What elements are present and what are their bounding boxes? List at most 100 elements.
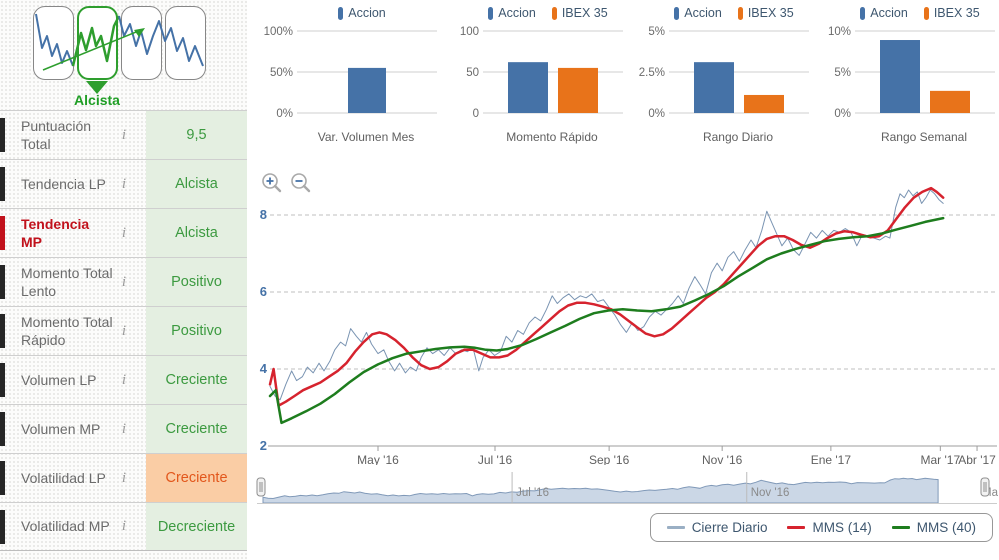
svg-text:Sep '16: Sep '16 — [589, 453, 630, 465]
indicator-row: Volumen MPi Creciente — [0, 404, 247, 453]
bar-accion — [348, 68, 386, 113]
indicator-row: Momento Total LentoiPositivo — [0, 257, 247, 306]
series-mms40 — [270, 218, 943, 423]
mini-chart-rango_semanal: AccionIBEX 3510%5%0%Rango Semanal — [813, 2, 999, 144]
bar-ibex-35 — [558, 68, 598, 113]
chart-zoom-controls — [261, 172, 312, 194]
info-icon[interactable]: i — [113, 518, 135, 535]
indicator-value: Positivo — [146, 307, 247, 355]
bar-accion — [880, 40, 920, 113]
legend-label: IBEX 35 — [562, 6, 608, 20]
legend-item-cierrediario[interactable]: Cierre Diario — [667, 520, 768, 535]
trend-card-1[interactable] — [33, 6, 74, 80]
info-icon[interactable]: i — [113, 372, 135, 389]
legend-item[interactable]: Accion — [338, 6, 386, 20]
trend-state-selector[interactable]: Alcista — [0, 0, 247, 110]
mini-chart-title: Rango Diario — [669, 130, 807, 144]
navigator-right-handle[interactable] — [981, 478, 989, 496]
svg-text:4: 4 — [260, 361, 268, 376]
legend-item-mms40[interactable]: MMS (40) — [892, 520, 976, 535]
indicator-label: Tendencia LP — [21, 175, 113, 193]
indicator-label: Volatilidad MP — [21, 517, 113, 535]
indicator-row: Volatilidad LPiCreciente — [0, 453, 247, 502]
svg-text:2.5%: 2.5% — [639, 67, 665, 79]
zoom-in-button[interactable] — [261, 172, 283, 194]
svg-text:Jul '16: Jul '16 — [478, 453, 513, 465]
svg-text:10%: 10% — [828, 26, 851, 38]
indicator-row: Tendencia MPiAlcista — [0, 208, 247, 257]
indicator-row: Tendencia LPi Alcista — [0, 159, 247, 208]
indicator-label: Volumen MP — [21, 420, 113, 438]
stock-analysis-dashboard: Alcista Puntuación Totali9,5Tendencia LP… — [0, 0, 999, 560]
bar-chart-svg: 100% 50% 0% — [255, 24, 441, 124]
indicator-label: Puntuación Total — [21, 117, 113, 153]
trend-state-label: Alcista — [37, 92, 157, 108]
trend-card-3[interactable] — [121, 6, 162, 80]
svg-text:100%: 100% — [264, 26, 293, 38]
legend-label: Cierre Diario — [692, 520, 768, 535]
bar-chart-svg: 10%5%0% — [813, 24, 999, 124]
legend-item[interactable]: IBEX 35 — [552, 6, 608, 20]
zoom-out-button[interactable] — [290, 172, 312, 194]
mini-chart-rango_diario: Accion IBEX 35 5% 2.5% 0% Rango Diario — [627, 2, 813, 144]
bar-ibex-35 — [744, 95, 784, 113]
info-icon[interactable]: i — [113, 470, 135, 487]
row-accent-bar — [0, 363, 5, 397]
info-icon[interactable]: i — [113, 127, 135, 144]
ibex-swatch-icon — [924, 7, 929, 20]
svg-text:0: 0 — [473, 108, 479, 120]
svg-text:0%: 0% — [834, 108, 851, 120]
row-accent-bar — [0, 216, 5, 250]
legend-item[interactable]: Accion — [674, 6, 722, 20]
svg-text:Mar '17: Mar '17 — [920, 453, 960, 465]
mini-chart-legend: Accion — [255, 2, 441, 24]
svg-text:6: 6 — [260, 284, 267, 299]
charts-panel: Accion 100% 50% 0% Var. Volumen Mes Accion IBE… — [247, 0, 999, 560]
bar-ibex-35 — [930, 91, 970, 113]
indicator-value: Creciente — [146, 405, 247, 453]
legend-item[interactable]: IBEX 35 — [924, 6, 980, 20]
legend-swatch-icon — [892, 526, 910, 529]
trend-card-2[interactable] — [77, 6, 118, 80]
svg-text:5%: 5% — [648, 26, 665, 38]
svg-text:100: 100 — [460, 26, 479, 38]
bar-chart-svg: 5% 2.5% 0% — [627, 24, 813, 124]
indicator-value: Alcista — [146, 209, 247, 257]
range-navigator[interactable]: Jul '16Nov '16Ma — [255, 470, 999, 510]
row-accent-bar — [0, 510, 5, 544]
indicator-value: Creciente — [146, 454, 247, 502]
indicator-value: Alcista — [146, 160, 247, 208]
info-icon[interactable]: i — [113, 421, 135, 438]
info-icon[interactable]: i — [113, 225, 135, 242]
mini-chart-legend: Accion IBEX 35 — [441, 2, 627, 24]
legend-item[interactable]: Accion — [488, 6, 536, 20]
legend-label: Accion — [684, 6, 722, 20]
svg-text:0%: 0% — [276, 108, 293, 120]
legend-swatch-icon — [667, 526, 685, 529]
bar-accion — [694, 62, 734, 113]
svg-text:Ene '17: Ene '17 — [811, 453, 852, 465]
indicator-row: Volumen LPiCreciente — [0, 355, 247, 404]
mini-chart-legend: Accion IBEX 35 — [627, 2, 813, 24]
trend-cards — [33, 6, 211, 82]
info-icon[interactable]: i — [113, 323, 135, 340]
legend-item[interactable]: IBEX 35 — [738, 6, 794, 20]
legend-label: IBEX 35 — [748, 6, 794, 20]
mini-chart-title: Var. Volumen Mes — [297, 130, 435, 144]
ibex-swatch-icon — [552, 7, 557, 20]
svg-text:0%: 0% — [648, 108, 665, 120]
navigator-left-handle[interactable] — [257, 478, 265, 496]
svg-text:8: 8 — [260, 207, 267, 222]
row-accent-bar — [0, 412, 5, 446]
info-icon[interactable]: i — [113, 274, 135, 291]
mini-chart-var_volumen_mes: Accion 100% 50% 0% Var. Volumen Mes — [255, 2, 441, 144]
svg-text:2: 2 — [260, 438, 267, 453]
indicator-table: Puntuación Totali9,5Tendencia LPiAlcista… — [0, 110, 247, 551]
price-chart[interactable]: 8642May '16Jul '16Sep '16Nov '16Ene '17M… — [255, 163, 999, 465]
legend-item-mms14[interactable]: MMS (14) — [787, 520, 871, 535]
info-icon[interactable]: i — [113, 176, 135, 193]
legend-item[interactable]: Accion — [860, 6, 908, 20]
legend-label: IBEX 35 — [934, 6, 980, 20]
trend-card-4[interactable] — [165, 6, 206, 80]
svg-text:50%: 50% — [270, 67, 293, 79]
